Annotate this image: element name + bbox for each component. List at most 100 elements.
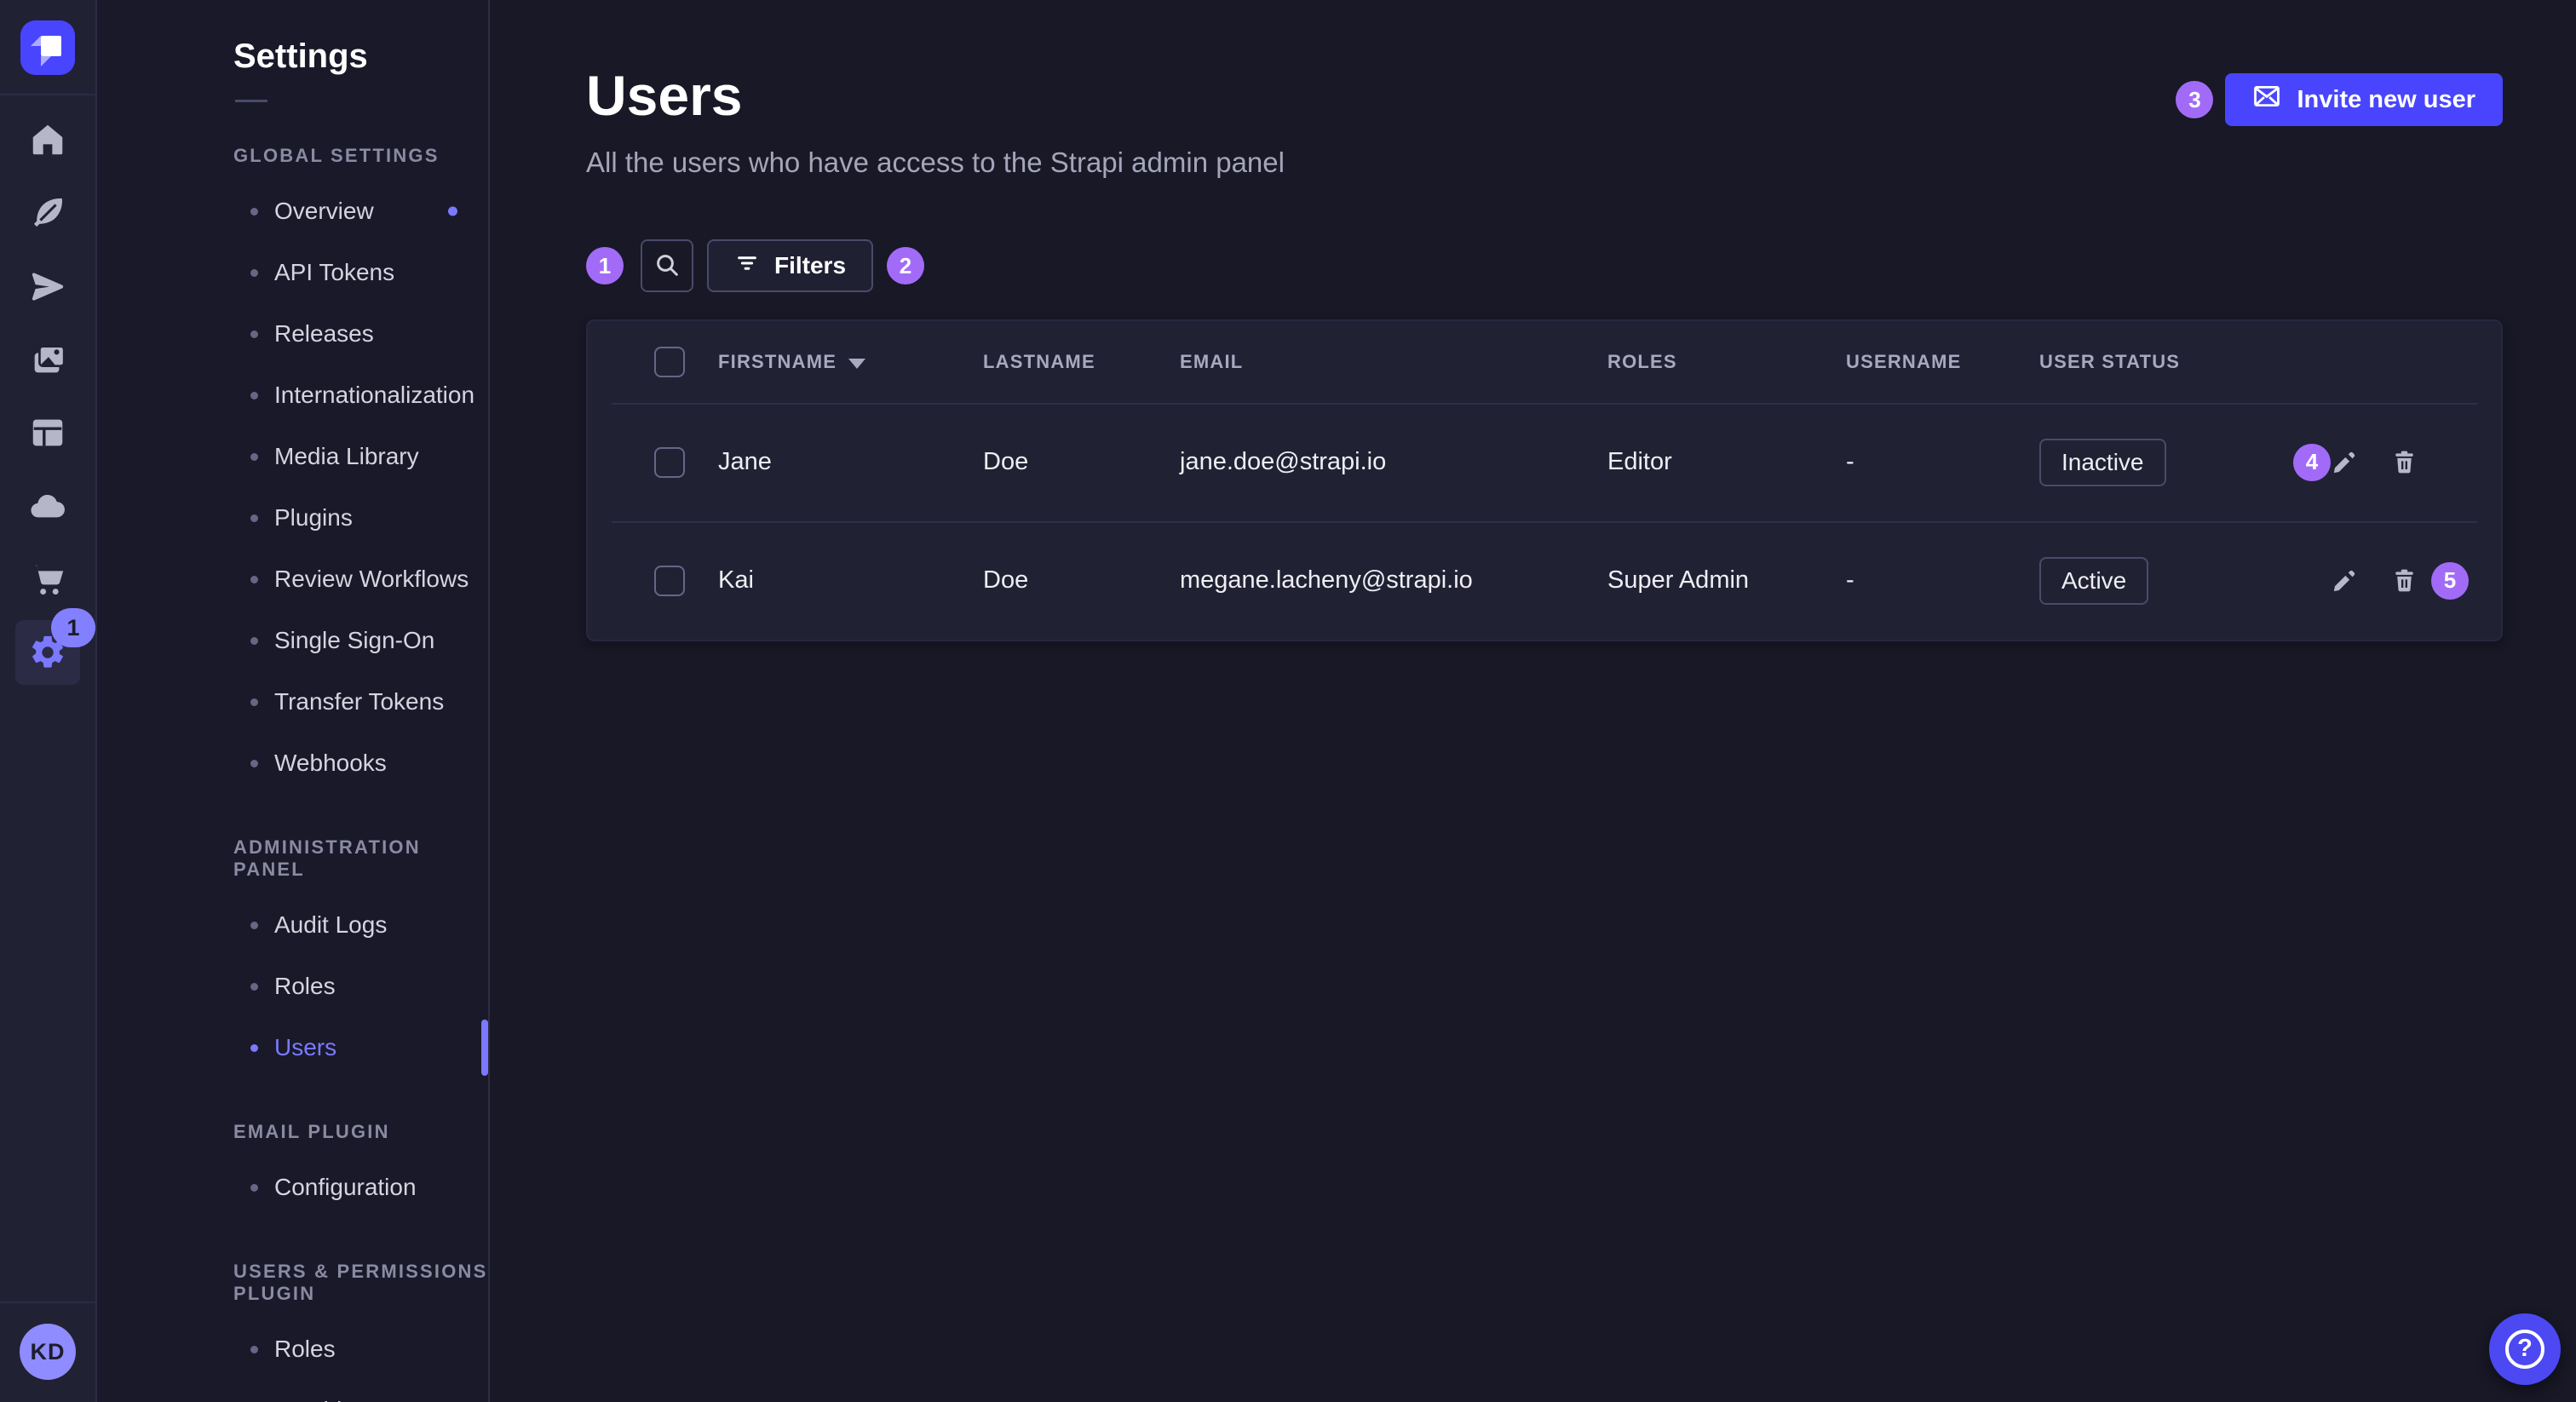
edit-icon[interactable]: [2329, 447, 2360, 478]
sidebar-item-overview[interactable]: Overview: [97, 181, 488, 242]
media-library-icon[interactable]: [15, 327, 80, 392]
table-row[interactable]: Kai Doe megane.lacheny@strapi.io Super A…: [588, 521, 2501, 640]
column-header-email[interactable]: EMAIL: [1180, 351, 1607, 373]
subnav-section-email-plugin: EMAIL PLUGIN Configuration: [97, 1121, 488, 1218]
bullet-icon: [250, 330, 258, 338]
brand-area: [0, 0, 95, 95]
edit-icon[interactable]: [2329, 566, 2360, 596]
sidebar-item-users[interactable]: Users: [97, 1017, 488, 1078]
cell-firstname: Jane: [718, 448, 983, 476]
section-heading: ADMINISTRATION PANEL: [233, 836, 488, 881]
bullet-icon: [250, 983, 258, 991]
bullet-icon: [250, 1044, 258, 1052]
delete-icon[interactable]: [2389, 447, 2419, 478]
bullet-icon: [250, 760, 258, 767]
sidebar-item-audit-logs[interactable]: Audit Logs: [97, 894, 488, 956]
bullet-icon: [250, 922, 258, 929]
releases-icon[interactable]: [15, 254, 80, 319]
sidebar-item-up-roles[interactable]: Roles: [97, 1319, 488, 1380]
bullet-icon: [250, 208, 258, 215]
sidebar-item-transfer-tokens[interactable]: Transfer Tokens: [97, 671, 488, 733]
bullet-icon: [250, 576, 258, 583]
annotation-badge-2: 2: [887, 247, 924, 284]
table-header-row: FIRSTNAME LASTNAME EMAIL ROLES USERNAME …: [588, 321, 2501, 403]
main-nav-rail: 1 KD: [0, 0, 97, 1402]
bullet-icon: [250, 1346, 258, 1353]
home-icon[interactable]: [15, 107, 80, 172]
cell-firstname: Kai: [718, 566, 983, 595]
strapi-logo[interactable]: [20, 20, 75, 75]
cell-email: megane.lacheny@strapi.io: [1180, 566, 1607, 595]
search-button[interactable]: [641, 239, 693, 292]
annotation-badge-3: 3: [2176, 81, 2213, 118]
section-heading: EMAIL PLUGIN: [233, 1121, 488, 1143]
help-button[interactable]: ?: [2489, 1313, 2561, 1385]
status-badge: Active: [2039, 557, 2148, 605]
section-heading: USERS & PERMISSIONS PLUGIN: [233, 1261, 488, 1305]
column-header-username[interactable]: USERNAME: [1846, 351, 2039, 373]
marketplace-icon[interactable]: [15, 547, 80, 612]
sidebar-item-review-workflows[interactable]: Review Workflows: [97, 549, 488, 610]
toolbar: 1 Filters 2: [586, 239, 2503, 292]
annotation-badge-1: 1: [586, 247, 624, 284]
cell-username: -: [1846, 448, 2039, 476]
select-all-checkbox[interactable]: [654, 347, 685, 377]
main-content: Users All the users who have access to t…: [490, 0, 2576, 1402]
cell-roles: Editor: [1607, 448, 1846, 476]
table-row[interactable]: Jane Doe jane.doe@strapi.io Editor - Ina…: [588, 403, 2501, 521]
annotation-badge-5: 5: [2431, 562, 2469, 600]
rail-footer: KD: [0, 1301, 95, 1402]
bullet-icon: [250, 514, 258, 522]
bullet-icon: [250, 392, 258, 399]
column-header-lastname[interactable]: LASTNAME: [983, 351, 1180, 373]
question-mark-icon: ?: [2505, 1330, 2544, 1369]
filters-button[interactable]: Filters: [707, 239, 873, 292]
bullet-icon: [250, 1184, 258, 1192]
sidebar-item-webhooks[interactable]: Webhooks: [97, 733, 488, 794]
column-header-firstname[interactable]: FIRSTNAME: [718, 351, 983, 373]
cell-username: -: [1846, 566, 2039, 595]
invite-group: 3 Invite new user: [2176, 73, 2503, 126]
settings-icon[interactable]: 1: [15, 620, 80, 685]
page-subtitle: All the users who have access to the Str…: [586, 145, 1285, 180]
sidebar-item-media-library[interactable]: Media Library: [97, 426, 488, 487]
row-checkbox[interactable]: [654, 566, 685, 596]
sidebar-item-plugins[interactable]: Plugins: [97, 487, 488, 549]
subnav-section-global-settings: GLOBAL SETTINGS Overview API Tokens Rele…: [97, 145, 488, 794]
column-header-roles[interactable]: ROLES: [1607, 351, 1846, 373]
cell-lastname: Doe: [983, 448, 1180, 476]
content-type-builder-icon[interactable]: [15, 400, 80, 465]
cell-email: jane.doe@strapi.io: [1180, 448, 1607, 476]
cell-lastname: Doe: [983, 566, 1180, 595]
sidebar-item-api-tokens[interactable]: API Tokens: [97, 242, 488, 303]
section-heading: GLOBAL SETTINGS: [233, 145, 488, 167]
page-title: Users: [586, 63, 1285, 129]
notification-dot-icon: [448, 207, 457, 216]
content-manager-icon[interactable]: [15, 181, 80, 245]
settings-notification-badge: 1: [51, 608, 95, 647]
sidebar-item-email-configuration[interactable]: Configuration: [97, 1157, 488, 1218]
subnav-section-users-permissions-plugin: USERS & PERMISSIONS PLUGIN Roles Provide…: [97, 1261, 488, 1402]
cell-roles: Super Admin: [1607, 566, 1846, 595]
sidebar-item-single-sign-on[interactable]: Single Sign-On: [97, 610, 488, 671]
mail-icon: [2252, 82, 2281, 118]
sidebar-item-admin-roles[interactable]: Roles: [97, 956, 488, 1017]
row-checkbox[interactable]: [654, 447, 685, 478]
subnav-section-administration-panel: ADMINISTRATION PANEL Audit Logs Roles Us…: [97, 836, 488, 1078]
row-actions: 5: [2329, 521, 2501, 640]
settings-subnav: Settings GLOBAL SETTINGS Overview API To…: [97, 0, 490, 1402]
cloud-icon[interactable]: [15, 474, 80, 538]
sidebar-item-up-providers[interactable]: Providers: [97, 1380, 488, 1402]
user-avatar[interactable]: KD: [20, 1324, 76, 1380]
search-icon: [653, 251, 681, 281]
filter-icon: [734, 250, 760, 282]
delete-icon[interactable]: [2389, 566, 2419, 596]
sidebar-item-internationalization[interactable]: Internationalization: [97, 365, 488, 426]
column-header-user-status[interactable]: USER STATUS: [2039, 351, 2329, 373]
row-actions: 4: [2329, 403, 2501, 521]
bullet-icon: [250, 269, 258, 277]
sidebar-item-releases[interactable]: Releases: [97, 303, 488, 365]
invite-new-user-button[interactable]: Invite new user: [2225, 73, 2503, 126]
page-header: Users All the users who have access to t…: [586, 63, 2503, 180]
bullet-icon: [250, 453, 258, 461]
